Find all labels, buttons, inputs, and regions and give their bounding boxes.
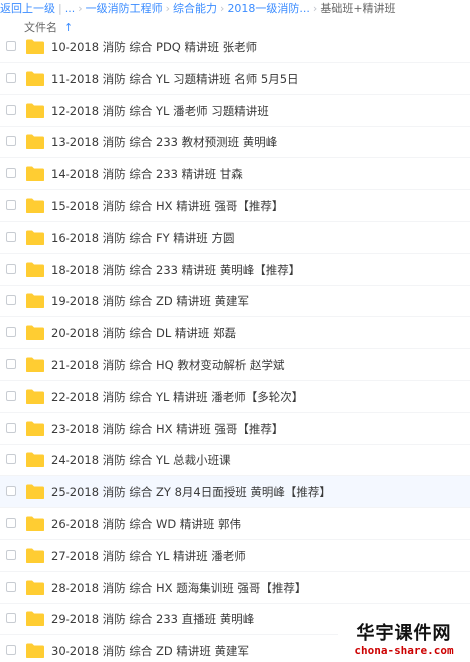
back-link[interactable]: 返回上一级 [0,0,55,17]
row-checkbox[interactable] [6,486,16,497]
folder-icon [25,579,45,596]
folder-icon [25,292,45,309]
row-checkbox[interactable] [6,613,16,624]
breadcrumb-separator: › [165,2,171,15]
folder-icon [25,451,45,468]
column-header: 文件名 ↑ [0,17,470,38]
file-name[interactable]: 13-2018 消防 综合 233 教材预测班 黄明峰 [51,126,277,158]
folder-icon [25,102,45,119]
breadcrumb-current: 基础班+精讲班 [320,2,396,15]
file-name[interactable]: 30-2018 消防 综合 ZD 精讲班 黄建军 [51,635,249,662]
breadcrumb-separator: › [312,2,318,15]
row-checkbox[interactable] [6,549,16,560]
row-checkbox[interactable] [6,454,16,465]
file-name[interactable]: 29-2018 消防 综合 233 直播班 黄明峰 [51,603,254,635]
breadcrumb-separator: | [58,2,62,15]
file-name[interactable]: 15-2018 消防 综合 HX 精讲班 强哥【推荐】 [51,190,283,222]
watermark-logo: 华宇课件网 chona-share.com [338,624,470,662]
breadcrumb-ellipsis[interactable]: ... [65,0,76,17]
list-item[interactable]: 13-2018 消防 综合 233 教材预测班 黄明峰 [0,126,470,159]
list-item[interactable]: 20-2018 消防 综合 DL 精讲班 郑磊 [0,317,470,350]
folder-icon [25,229,45,246]
file-name[interactable]: 25-2018 消防 综合 ZY 8月4日面授班 黄明峰【推荐】 [51,476,331,508]
row-checkbox[interactable] [6,295,16,306]
row-checkbox[interactable] [6,136,16,147]
arrow-up-icon[interactable]: ↑ [64,17,73,38]
folder-icon [25,388,45,405]
file-name[interactable]: 26-2018 消防 综合 WD 精讲班 郭伟 [51,508,241,540]
list-item[interactable]: 11-2018 消防 综合 YL 习题精讲班 名师 5月5日 [0,63,470,95]
row-checkbox[interactable] [6,41,16,51]
list-item[interactable]: 25-2018 消防 综合 ZY 8月4日面授班 黄明峰【推荐】 [0,476,470,509]
file-name[interactable]: 19-2018 消防 综合 ZD 精讲班 黄建军 [51,285,249,317]
row-checkbox[interactable] [6,263,16,274]
folder-icon [25,133,45,150]
file-name[interactable]: 21-2018 消防 综合 HQ 教材变动解析 赵学斌 [51,349,285,381]
row-checkbox[interactable] [6,581,16,592]
file-name[interactable]: 28-2018 消防 综合 HX 题海集训班 强哥【推荐】 [51,572,306,604]
folder-icon [25,324,45,341]
folder-icon [25,642,45,659]
breadcrumb: 返回上一级 |... › 一级消防工程师 › 综合能力 › 2018一级消防... › 基础班+精… [0,0,470,17]
row-checkbox[interactable] [6,518,16,528]
list-item[interactable]: 23-2018 消防 综合 HX 精讲班 强哥【推荐】 [0,413,470,445]
list-item[interactable]: 24-2018 消防 综合 YL 总裁小班课 [0,444,470,477]
file-name[interactable]: 16-2018 消防 综合 FY 精讲班 方圆 [51,222,234,254]
breadcrumb-item[interactable]: 2018一级消防... [227,0,309,17]
file-name[interactable]: 23-2018 消防 综合 HX 精讲班 强哥【推荐】 [51,413,283,445]
folder-icon [25,515,45,532]
folder-icon [25,261,45,278]
file-name[interactable]: 20-2018 消防 综合 DL 精讲班 郑磊 [51,317,236,349]
row-checkbox[interactable] [6,200,16,210]
folder-icon [25,547,45,564]
folder-icon [25,420,45,437]
row-checkbox[interactable] [6,422,16,433]
file-name[interactable]: 12-2018 消防 综合 YL 潘老师 习题精讲班 [51,95,269,127]
folder-icon [25,38,45,55]
file-list: 10-2018 消防 综合 PDQ 精讲班 张老师 11-2018 消防 综合 Y… [0,31,470,662]
folder-icon [25,197,45,214]
row-checkbox[interactable] [6,231,16,242]
file-name[interactable]: 22-2018 消防 综合 YL 精讲班 潘老师【多轮次】 [51,381,303,413]
row-checkbox[interactable] [6,645,16,656]
list-item[interactable]: 28-2018 消防 综合 HX 题海集训班 强哥【推荐】 [0,572,470,604]
folder-icon [25,165,45,182]
row-checkbox[interactable] [6,72,16,83]
row-checkbox[interactable] [6,104,16,115]
folder-icon [25,70,45,87]
file-name[interactable]: 11-2018 消防 综合 YL 习题精讲班 名师 5月5日 [51,63,299,95]
list-item[interactable]: 19-2018 消防 综合 ZD 精讲班 黄建军 [0,285,470,318]
list-item[interactable]: 15-2018 消防 综合 HX 精讲班 强哥【推荐】 [0,190,470,222]
list-item[interactable]: 14-2018 消防 综合 233 精讲班 甘森 [0,158,470,191]
file-name[interactable]: 24-2018 消防 综合 YL 总裁小班课 [51,444,231,476]
row-checkbox[interactable] [6,327,16,338]
watermark-url: chona-share.com [354,644,454,657]
list-item[interactable]: 12-2018 消防 综合 YL 潘老师 习题精讲班 [0,95,470,127]
folder-icon [25,483,45,500]
column-header-filename[interactable]: 文件名 [24,17,57,38]
list-item[interactable]: 16-2018 消防 综合 FY 精讲班 方圆 [0,222,470,254]
list-item[interactable]: 18-2018 消防 综合 233 精讲班 黄明峰【推荐】 [0,254,470,286]
folder-icon [25,356,45,373]
file-name[interactable]: 27-2018 消防 综合 YL 精讲班 潘老师 [51,540,246,572]
list-item[interactable]: 21-2018 消防 综合 HQ 教材变动解析 赵学斌 [0,349,470,381]
list-item[interactable]: 22-2018 消防 综合 YL 精讲班 潘老师【多轮次】 [0,381,470,413]
breadcrumb-item[interactable]: 一级消防工程师 [86,0,163,17]
folder-icon [25,610,45,627]
row-checkbox[interactable] [6,359,16,369]
list-item[interactable]: 26-2018 消防 综合 WD 精讲班 郭伟 [0,508,470,540]
list-item[interactable]: 27-2018 消防 综合 YL 精讲班 潘老师 [0,540,470,572]
file-name[interactable]: 18-2018 消防 综合 233 精讲班 黄明峰【推荐】 [51,254,300,286]
breadcrumb-item[interactable]: 综合能力 [173,0,217,17]
breadcrumb-separator: › [78,2,83,15]
file-name[interactable]: 14-2018 消防 综合 233 精讲班 甘森 [51,158,243,190]
row-checkbox[interactable] [6,168,16,179]
breadcrumb-separator: › [220,2,225,15]
row-checkbox[interactable] [6,390,16,401]
watermark-title: 华宇课件网 [356,623,452,644]
